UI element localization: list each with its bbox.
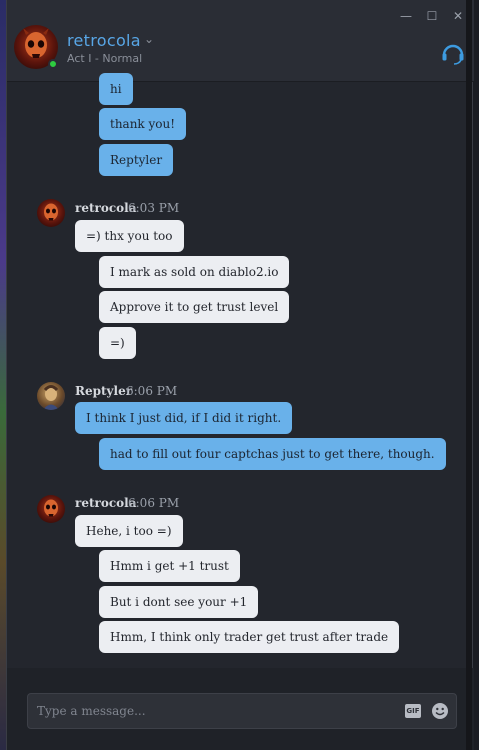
online-status-dot [48, 59, 58, 69]
message-bubble: had to fill out four captchas just to ge… [99, 438, 446, 470]
minimize-button[interactable]: — [400, 10, 412, 22]
demon-skull-icon [44, 499, 58, 517]
message-bubble: I mark as sold on diablo2.io [99, 256, 290, 288]
message-timestamp: 6:03 PM [128, 201, 180, 215]
chat-window: — ☐ ✕ retrocola ⌄ Act I - Normal hi than… [6, 0, 474, 750]
chevron-down-icon[interactable]: ⌄ [144, 32, 154, 46]
message-timestamp: 6:06 PM [126, 384, 178, 398]
message-bubble: Reptyler [99, 144, 174, 176]
contact-name[interactable]: retrocola [67, 31, 141, 50]
message-bubble: Hehe, i too =) [75, 515, 183, 547]
close-button[interactable]: ✕ [452, 10, 464, 22]
sender-avatar[interactable] [37, 382, 65, 410]
demon-skull-icon [44, 203, 58, 221]
message-bubble: But i dont see your +1 [99, 586, 259, 618]
sender-name[interactable]: Reptyler [75, 384, 132, 398]
window-controls: — ☐ ✕ [400, 10, 464, 22]
message-bubble: Hmm, I think only trader get trust after… [99, 621, 400, 653]
message-bubble: =) thx you too [75, 220, 184, 252]
message-bubble: Hmm i get +1 trust [99, 550, 240, 582]
chat-header: — ☐ ✕ retrocola ⌄ Act I - Normal [7, 0, 474, 82]
message-composer: GIF [27, 693, 457, 729]
message-bubble: thank you! [99, 108, 187, 140]
sender-avatar[interactable] [37, 199, 65, 227]
headset-icon[interactable] [440, 40, 466, 66]
window-border [466, 0, 472, 750]
message-input[interactable] [37, 694, 377, 728]
message-bubble: =) [99, 327, 136, 359]
sender-avatar[interactable] [37, 495, 65, 523]
message-bubble: I think I just did, if I did it right. [75, 402, 293, 434]
character-portrait-icon [43, 385, 59, 410]
contact-status: Act I - Normal [67, 52, 143, 65]
message-bubble: Approve it to get trust level [99, 291, 290, 323]
message-timestamp: 6:06 PM [128, 496, 180, 510]
gif-button[interactable]: GIF [405, 704, 421, 718]
message-list: hi thank you! Reptyler retrocola 6:03 PM… [7, 73, 474, 668]
emoji-icon[interactable] [431, 702, 449, 720]
maximize-button[interactable]: ☐ [426, 10, 438, 22]
message-bubble: hi [99, 73, 133, 105]
